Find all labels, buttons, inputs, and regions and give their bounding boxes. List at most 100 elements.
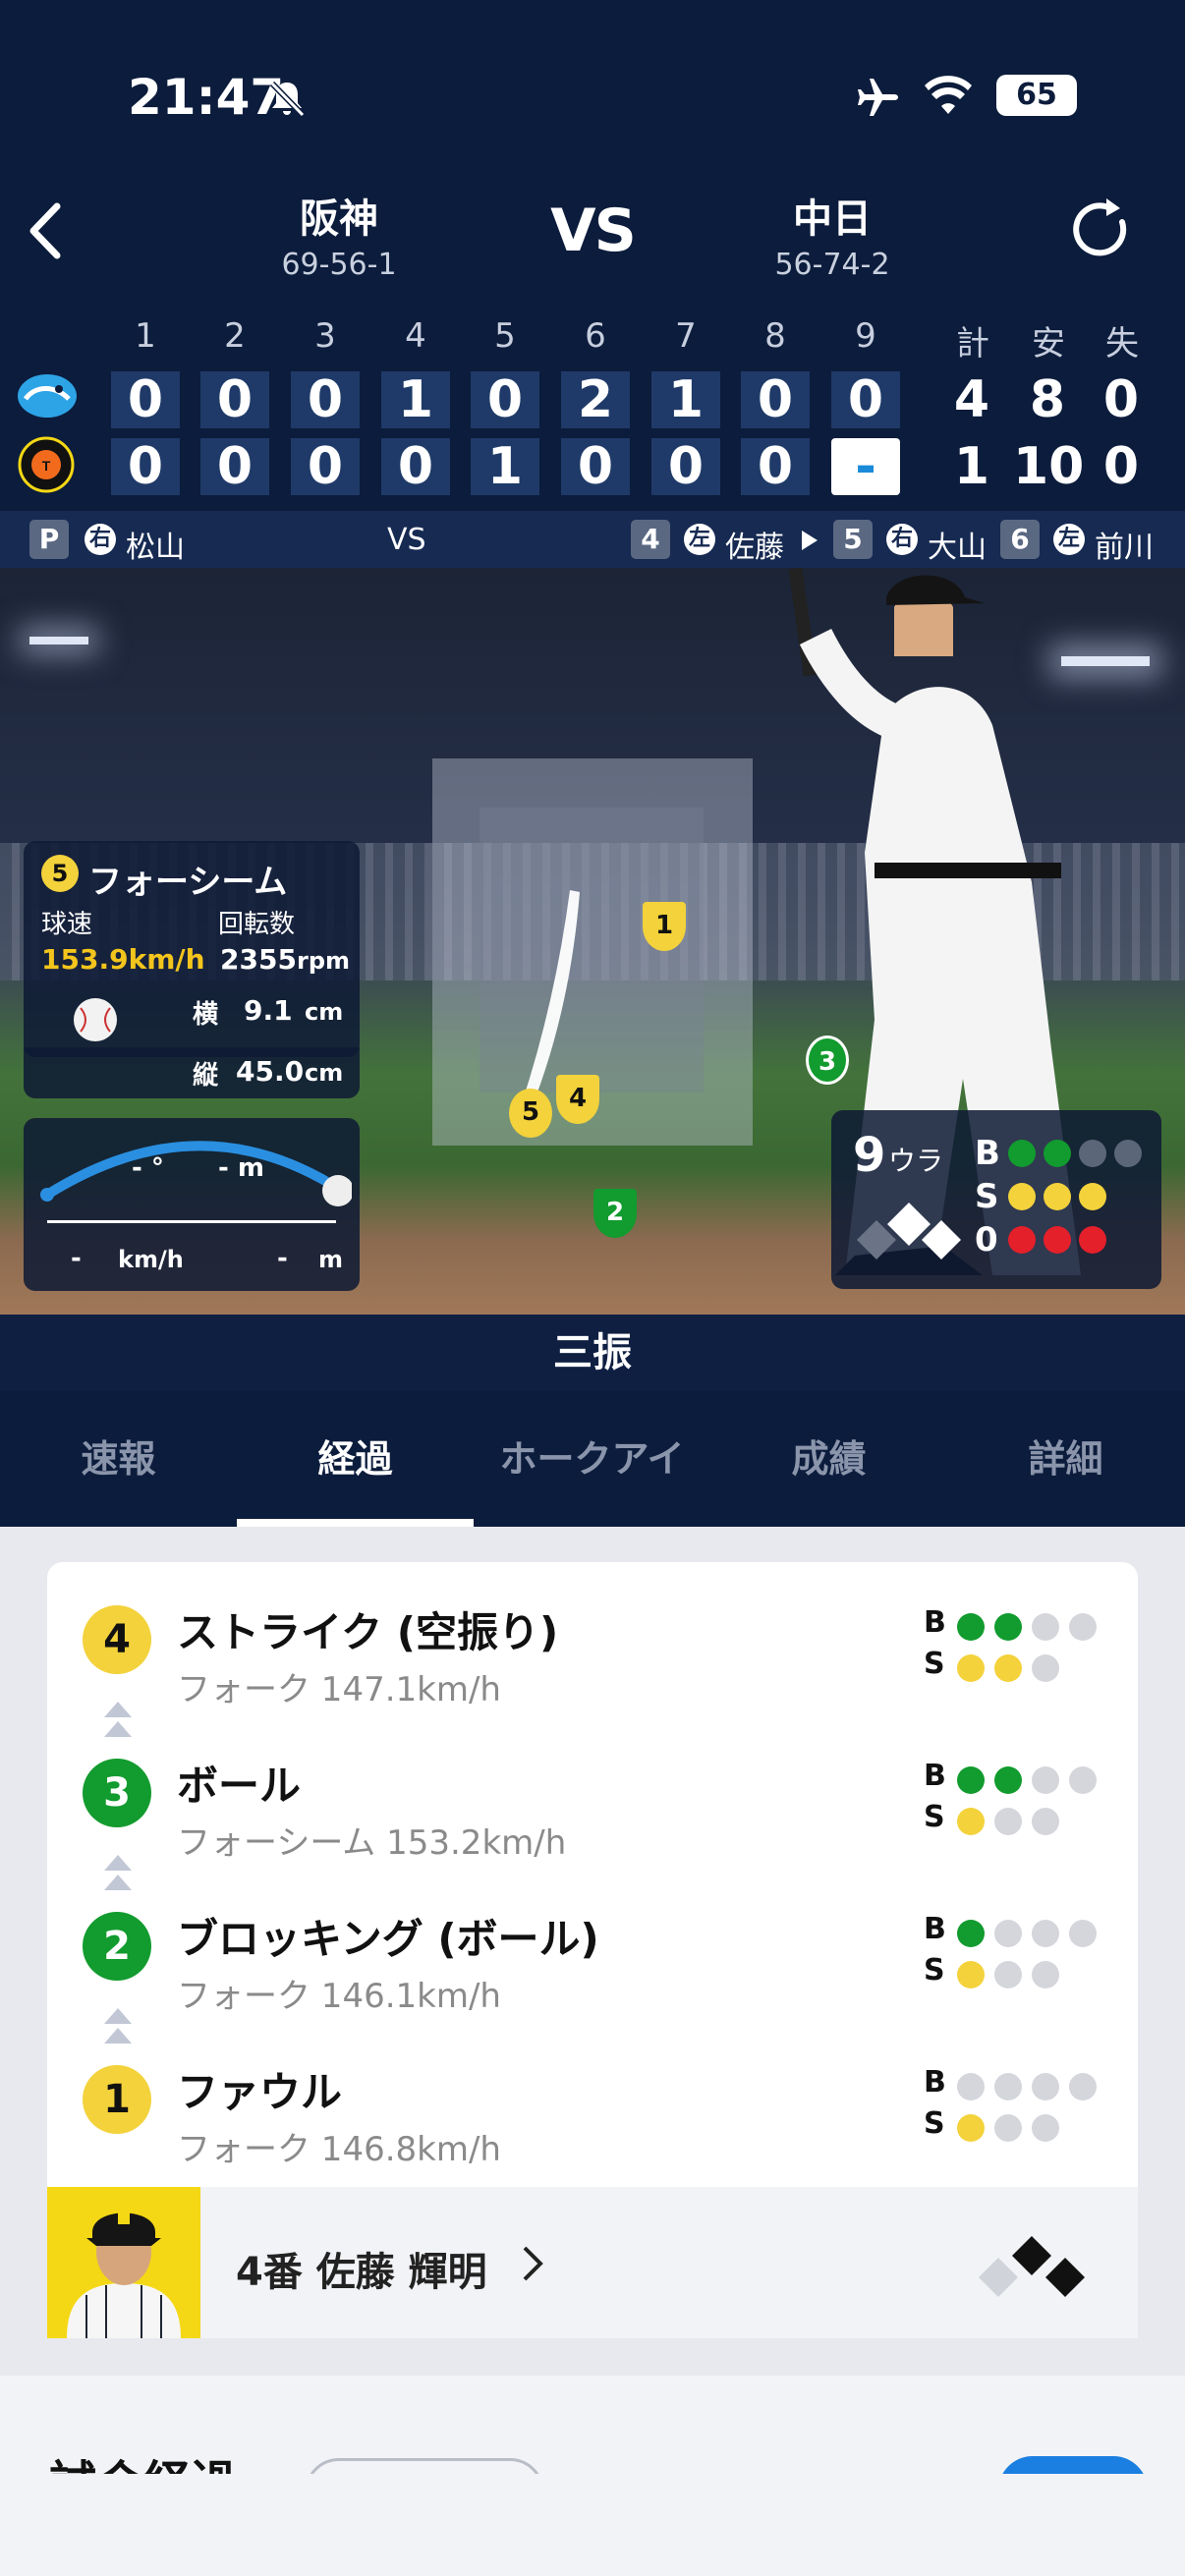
totals-header: 失 <box>1105 324 1139 364</box>
count-s-label: S <box>924 1647 945 1681</box>
zone-marker-2: 2 <box>593 1189 637 1238</box>
event-subtitle: フォーク 146.1km/h <box>177 1977 501 2016</box>
batter-6-badge: 6 <box>1000 520 1040 559</box>
hit-distance: - m <box>218 1153 264 1183</box>
vs-label: VS <box>550 196 637 265</box>
up-arrow-icon <box>104 1855 132 1871</box>
filter-pill[interactable] <box>305 2458 544 2474</box>
list-item: 2 ブロッキング (ボール) フォーク 146.1km/h B S <box>47 1912 1138 2044</box>
inning-header: 1 <box>135 316 156 356</box>
list-item: 4 ストライク (空振り) フォーク 147.1km/h B S <box>47 1605 1138 1737</box>
status-time: 21:47 <box>128 69 285 126</box>
footer-clip: 試合経過 <box>0 2456 1185 2474</box>
inning-header: 6 <box>585 316 606 356</box>
strike-dot <box>957 1654 985 1682</box>
ball-dot <box>1079 1140 1106 1167</box>
v-break-label: 縦 <box>193 1061 219 1091</box>
ball-spin-icon <box>61 988 130 1047</box>
ball-dot <box>1032 1766 1059 1794</box>
ball-dot <box>994 1613 1022 1641</box>
batter-5-badge: 5 <box>833 520 873 559</box>
count-s-label: S <box>924 2106 945 2141</box>
count-b-label: B <box>924 1759 946 1793</box>
pitch-number-badge: 5 <box>41 855 79 892</box>
batter-5-hand: 右 <box>886 524 918 555</box>
airplane-icon <box>853 73 902 122</box>
launch-angle: - ° <box>132 1153 164 1183</box>
hit-scale-line <box>47 1220 336 1223</box>
total-cell: 0 <box>1102 370 1140 429</box>
count-s-label: S <box>924 1953 945 1988</box>
ball-dot <box>957 1613 985 1641</box>
pitcher-name[interactable]: 松山 <box>126 523 185 566</box>
hit-range-unit: m <box>318 1246 344 1273</box>
wifi-icon <box>924 73 973 118</box>
players-vs-label: VS <box>387 523 426 557</box>
batter-4-badge: 4 <box>631 520 670 559</box>
inning-header: 2 <box>224 316 246 356</box>
stadium-light-left <box>29 637 88 644</box>
inning-half: ウラ <box>888 1145 944 1177</box>
strike-dot <box>957 1808 985 1835</box>
batter-4-hand: 左 <box>684 524 715 555</box>
batter-name-label[interactable]: 4番 佐藤 輝明 <box>236 2240 487 2297</box>
up-arrow-icon <box>104 1875 132 1890</box>
tab-hawkeye[interactable]: ホークアイ <box>474 1391 710 1527</box>
tab-shosai[interactable]: 詳細 <box>947 1391 1184 1527</box>
score-cell: 0 <box>111 438 180 495</box>
out-dot <box>1044 1226 1071 1254</box>
refresh-button[interactable] <box>1063 193 1138 267</box>
spin-unit: rpm <box>297 947 351 975</box>
up-arrow-icon <box>104 1702 132 1717</box>
dragons-logo <box>16 369 79 422</box>
totals-header: 安 <box>1032 324 1065 364</box>
up-arrow-icon <box>104 2028 132 2044</box>
tab-keika[interactable]: 経過 <box>237 1391 474 1527</box>
event-subtitle: フォーシーム 153.2km/h <box>177 1823 567 1863</box>
h-break-value: 9.1 <box>244 994 293 1027</box>
score-cell: 1 <box>651 371 720 428</box>
bases-icon <box>855 1197 963 1265</box>
current-batter-arrow-icon <box>802 531 818 550</box>
batter-6-name[interactable]: 前川 <box>1095 523 1154 566</box>
speed-label: 球速 <box>41 910 93 939</box>
inning-header: 7 <box>675 316 697 356</box>
count-b-label: B <box>924 1912 946 1946</box>
active-tab-underline <box>237 1519 474 1527</box>
inning-header: 3 <box>314 316 336 356</box>
batter-4-name[interactable]: 佐藤 <box>725 523 784 566</box>
strike-dot <box>1032 1654 1059 1682</box>
out-dot <box>1008 1226 1036 1254</box>
ball-dot <box>1032 1920 1059 1947</box>
exit-speed: - <box>71 1244 82 1273</box>
batter-5-name[interactable]: 大山 <box>928 523 987 566</box>
inning-number: 9 <box>853 1128 886 1183</box>
score-cell: 1 <box>471 438 539 495</box>
footer-section <box>0 2376 1185 2576</box>
score-cell: - <box>831 438 900 495</box>
strike-dot <box>1032 1961 1059 1988</box>
totals-header: 計 <box>956 324 989 364</box>
count-b-label: B <box>924 2065 946 2100</box>
count-o-label: 0 <box>975 1220 998 1260</box>
tab-sokuho[interactable]: 速報 <box>0 1391 237 1527</box>
event-title: ストライク (空振り) <box>177 1608 559 1656</box>
ball-dot <box>994 2073 1022 2100</box>
ball-dot <box>1069 1613 1097 1641</box>
tigers-logo: T <box>18 436 75 493</box>
score-cell: 0 <box>741 371 810 428</box>
zone-marker-4: 4 <box>556 1075 599 1124</box>
strike-dot <box>1032 1808 1059 1835</box>
event-subtitle: フォーク 147.1km/h <box>177 1670 501 1709</box>
zone-marker-5: 5 <box>509 1089 552 1138</box>
tab-seiseki[interactable]: 成績 <box>710 1391 947 1527</box>
ball-dot <box>1069 1920 1097 1947</box>
toggle-switch[interactable] <box>998 2456 1148 2474</box>
ball-dot <box>1069 2073 1097 2100</box>
score-cell: 0 <box>651 438 720 495</box>
ball-dot <box>957 1766 985 1794</box>
back-button[interactable] <box>20 196 69 265</box>
pitch-number-badge: 3 <box>83 1759 151 1827</box>
score-cell: 0 <box>741 438 810 495</box>
count-b-label: B <box>975 1134 1000 1173</box>
